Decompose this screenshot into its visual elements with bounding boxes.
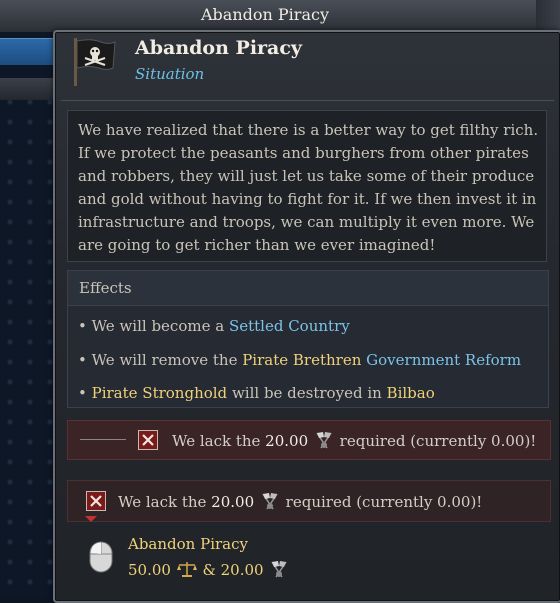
- pirate-brethren-text: Pirate Brethren: [242, 351, 362, 369]
- tooltip-header: Abandon Piracy Situation: [65, 32, 555, 96]
- effect-item-government-reform: • We will remove the Pirate Brethren Gov…: [78, 351, 521, 369]
- action-label[interactable]: Abandon Piracy: [128, 535, 248, 553]
- mouse-icon: [88, 540, 114, 574]
- requirement-suffix: required (currently 0.00)!: [334, 432, 537, 450]
- effects-title: Effects: [79, 279, 132, 297]
- requirement-text-1: We lack the 20.00 required (currently 0.…: [172, 431, 536, 453]
- crossed-flags-icon: [268, 560, 290, 582]
- x-checkbox-icon: [86, 491, 106, 511]
- other-cost: 20.00: [220, 561, 264, 579]
- scales-icon: [176, 560, 198, 582]
- requirement-suffix: required (currently 0.00)!: [280, 493, 483, 511]
- bilbao-text: Bilbao: [386, 384, 435, 402]
- tooltip-subtitle: Situation: [135, 65, 205, 83]
- requirement-prefix: We lack the: [118, 493, 212, 511]
- effect-bullet: •: [78, 384, 92, 402]
- background-window-title: Abandon Piracy: [201, 5, 329, 24]
- tooltip-title: Abandon Piracy: [135, 37, 302, 59]
- requirement-prefix: We lack the: [172, 432, 266, 450]
- crossed-flags-icon: [313, 431, 335, 453]
- settled-country-link[interactable]: Settled Country: [229, 317, 350, 335]
- background-left-tab: [0, 78, 60, 100]
- description-text: We have realized that there is a better …: [78, 121, 539, 254]
- header-divider: [61, 100, 554, 101]
- requirement-row-2: We lack the 20.00 required (currently 0.…: [67, 480, 551, 522]
- effect-item-settled-country: • We will become a Settled Country: [78, 317, 350, 335]
- action-cost: 50.00 & 20.00: [128, 560, 290, 582]
- effect-text: • We will become a: [78, 317, 229, 335]
- effect-text: will be destroyed in: [227, 384, 387, 402]
- description-box: We have realized that there is a better …: [67, 110, 547, 262]
- indent-line: [80, 439, 126, 440]
- pirate-stronghold-text: Pirate Stronghold: [91, 384, 228, 402]
- cost-separator: &: [197, 561, 221, 579]
- crossed-flags-icon: [259, 492, 281, 514]
- effect-text: • We will remove the: [78, 351, 243, 369]
- background-left-tab-active: [0, 38, 60, 65]
- effects-box: Effects • We will become a Settled Count…: [67, 270, 549, 408]
- effects-header: Effects: [68, 271, 548, 306]
- government-reform-link[interactable]: Government Reform: [366, 351, 521, 369]
- effect-item-stronghold: • Pirate Stronghold will be destroyed in…: [78, 384, 435, 402]
- x-checkbox-icon: [138, 430, 158, 450]
- situation-tooltip: Abandon Piracy Situation We have realize…: [53, 30, 560, 603]
- requirement-amount: 20.00: [265, 432, 309, 450]
- requirement-row-1: We lack the 20.00 required (currently 0.…: [67, 420, 551, 460]
- pirate-flag-icon: [71, 38, 117, 86]
- background-left-panel: [0, 32, 60, 599]
- requirement-amount: 20.00: [211, 493, 255, 511]
- ducats-cost: 50.00: [128, 561, 171, 579]
- requirement-text-2: We lack the 20.00 required (currently 0.…: [118, 492, 482, 514]
- pointer-notch: [85, 516, 97, 522]
